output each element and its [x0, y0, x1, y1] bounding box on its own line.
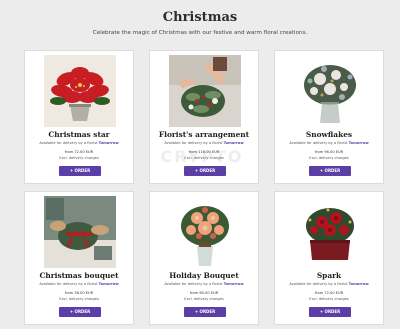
product-photo[interactable] — [169, 55, 241, 127]
order-button[interactable]: + ORDER — [59, 166, 101, 176]
order-button[interactable]: + ORDER — [184, 166, 226, 176]
delivery-charges-note: Excl. delivery charges — [184, 297, 224, 301]
product-name[interactable]: Christmas star — [25, 130, 133, 139]
availability-prefix: Available for delivery by a florist — [164, 282, 223, 286]
product-name[interactable]: Christmas bouquet — [25, 271, 133, 280]
order-button[interactable]: + ORDER — [309, 166, 351, 176]
availability-text: Available for delivery by a florist Tomo… — [275, 141, 383, 145]
order-button[interactable]: + ORDER — [59, 307, 101, 317]
availability-text: Available for delivery by a florist Tomo… — [25, 141, 133, 145]
delivery-charges-note: Excl. delivery charges — [309, 297, 349, 301]
availability-prefix: Available for delivery by a florist — [289, 282, 348, 286]
availability-prefix: Available for delivery by a florist — [39, 282, 98, 286]
availability-day: Tomorrow — [223, 141, 244, 145]
product-photo[interactable] — [294, 55, 366, 127]
product-name[interactable]: Holiday Bouquet — [150, 271, 258, 280]
availability-prefix: Available for delivery by a florist — [164, 141, 223, 145]
order-button[interactable]: + ORDER — [184, 307, 226, 317]
product-photo[interactable] — [44, 55, 116, 127]
availability-text: Available for delivery by a florist Tomo… — [25, 282, 133, 286]
product-grid: Christmas star Available for delivery by… — [24, 50, 385, 325]
product-card[interactable]: Christmas star Available for delivery by… — [24, 50, 134, 184]
availability-text: Available for delivery by a florist Tomo… — [275, 282, 383, 286]
product-price: from 60.00 EUR — [189, 291, 219, 295]
product-price: from 72.00 EUR — [314, 291, 344, 295]
product-card[interactable]: Holiday Bouquet Available for delivery b… — [149, 191, 259, 325]
delivery-charges-note: Excl. delivery charges — [59, 297, 99, 301]
product-photo[interactable] — [294, 196, 366, 268]
product-price: from 58.00 EUR — [64, 291, 94, 295]
watermark: CRYPTO — [160, 147, 244, 166]
order-button[interactable]: + ORDER — [309, 307, 351, 317]
availability-day: Tomorrow — [98, 282, 119, 286]
product-name[interactable]: Florist's arrangement — [150, 130, 258, 139]
product-price: from 72.00 EUR — [64, 150, 94, 154]
availability-day: Tomorrow — [98, 141, 119, 145]
product-price: from 96.00 EUR — [314, 150, 344, 154]
availability-prefix: Available for delivery by a florist — [289, 141, 348, 145]
delivery-charges-note: Excl. delivery charges — [59, 156, 99, 160]
page-subtitle: Celebrate the magic of Christmas with ou… — [92, 30, 308, 36]
product-card[interactable]: Snowflakes Available for delivery by a f… — [274, 50, 384, 184]
product-photo[interactable] — [44, 196, 116, 268]
availability-text: Available for delivery by a florist Tomo… — [150, 282, 258, 286]
product-name[interactable]: Snowflakes — [275, 130, 383, 139]
product-card[interactable]: Spark Available for delivery by a floris… — [274, 191, 384, 325]
product-name[interactable]: Spark — [275, 271, 383, 280]
delivery-charges-note: Excl. delivery charges — [309, 156, 349, 160]
availability-day: Tomorrow — [223, 282, 244, 286]
availability-text: Available for delivery by a florist Tomo… — [150, 141, 258, 145]
availability-prefix: Available for delivery by a florist — [39, 141, 98, 145]
availability-day: Tomorrow — [348, 141, 369, 145]
product-photo[interactable] — [169, 196, 241, 268]
page-title: Christmas — [162, 10, 238, 25]
product-card[interactable]: Christmas bouquet Available for delivery… — [24, 191, 134, 325]
availability-day: Tomorrow — [348, 282, 369, 286]
